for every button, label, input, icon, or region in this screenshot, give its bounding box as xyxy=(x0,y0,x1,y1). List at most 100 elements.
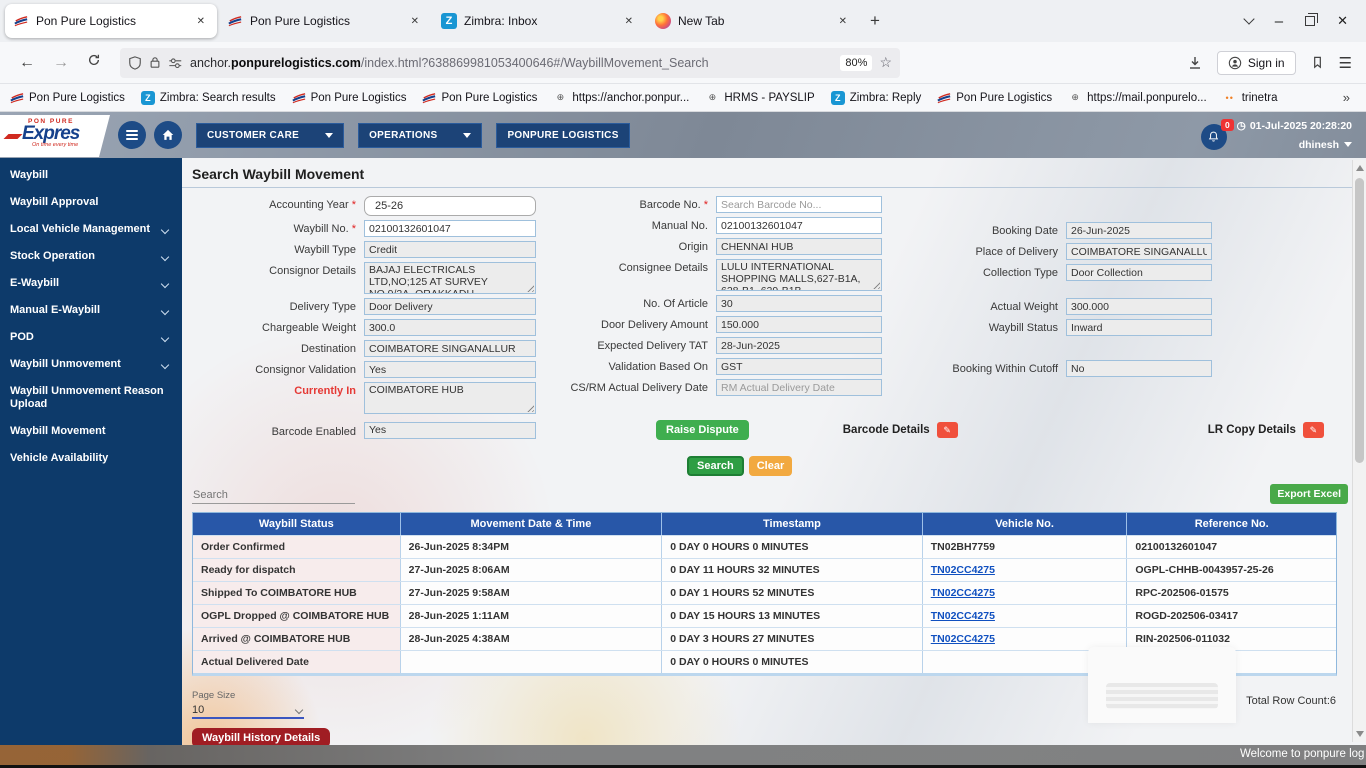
search-button[interactable]: Search xyxy=(687,456,744,476)
bookmark-item[interactable]: ⊕https://anchor.ponpur... xyxy=(553,91,689,105)
field-input[interactable] xyxy=(716,196,882,213)
field-input[interactable] xyxy=(716,238,882,255)
ponpure-favicon xyxy=(227,13,243,29)
lock-icon[interactable] xyxy=(149,56,161,69)
bookmark-item[interactable]: ⊕HRMS - PAYSLIP xyxy=(705,91,814,105)
clear-button[interactable]: Clear xyxy=(749,456,793,476)
sidebar-item-stock-operation[interactable]: Stock Operation xyxy=(0,243,182,270)
field-input[interactable] xyxy=(716,295,882,312)
vertical-scrollbar[interactable] xyxy=(1352,160,1366,742)
bookmark-star-icon[interactable]: ☆ xyxy=(879,54,892,71)
export-excel-button[interactable]: Export Excel xyxy=(1270,484,1348,504)
bookmark-item[interactable]: Pon Pure Logistics xyxy=(422,91,537,105)
sidebar-item-waybill-unmovement-reason-upload[interactable]: Waybill Unmovement Reason Upload xyxy=(0,378,182,418)
bookmarks-overflow-chevron[interactable]: » xyxy=(1343,90,1356,105)
tab-close-button[interactable]: ✕ xyxy=(835,14,851,29)
bookmark-item[interactable]: ZZimbra: Search results xyxy=(141,91,276,105)
raise-dispute-button[interactable]: Raise Dispute xyxy=(656,420,749,440)
browser-tab[interactable]: Pon Pure Logistics✕ xyxy=(219,4,431,38)
tab-list-chevron-icon[interactable] xyxy=(1243,13,1254,24)
sidebar-item-pod[interactable]: POD xyxy=(0,324,182,351)
vehicle-number-link[interactable]: TN02CC4275 xyxy=(931,564,995,576)
bookmark-item[interactable]: ⊕https://mail.ponpurelo... xyxy=(1068,91,1207,105)
user-menu[interactable]: dhinesh xyxy=(1237,139,1352,151)
app-menu-button[interactable] xyxy=(118,121,146,149)
field-textarea[interactable]: LULU INTERNATIONAL SHOPPING MALLS,627-B1… xyxy=(716,259,882,291)
field-input[interactable] xyxy=(364,340,536,357)
vehicle-number-link[interactable]: TN02CC4275 xyxy=(931,633,995,645)
field-input[interactable] xyxy=(716,316,882,333)
field-input[interactable] xyxy=(716,217,882,234)
browser-tab[interactable]: New Tab✕ xyxy=(647,4,859,38)
scrollbar-thumb[interactable] xyxy=(1355,178,1364,463)
table-filter-input[interactable] xyxy=(192,487,355,504)
field-input[interactable] xyxy=(716,358,882,375)
new-tab-button[interactable]: + xyxy=(860,11,890,31)
tab-close-button[interactable]: ✕ xyxy=(407,14,423,29)
bookmark-item[interactable]: Pon Pure Logistics xyxy=(10,91,125,105)
field-input[interactable] xyxy=(1066,264,1212,281)
shield-icon[interactable] xyxy=(128,56,142,70)
field-input[interactable] xyxy=(364,319,536,336)
field-textarea[interactable]: COIMBATORE HUB xyxy=(364,382,536,414)
field-select[interactable]: 25-26 xyxy=(364,196,536,216)
browser-tab[interactable]: ZZimbra: Inbox✕ xyxy=(433,4,645,38)
sign-in-button[interactable]: Sign in xyxy=(1217,51,1296,75)
back-button[interactable]: ← xyxy=(10,50,44,76)
barcode-enabled-field[interactable] xyxy=(364,422,536,439)
field-input[interactable] xyxy=(1066,319,1212,336)
forward-button[interactable]: → xyxy=(44,50,78,76)
nav-operations[interactable]: OPERATIONS xyxy=(358,123,482,148)
field-input[interactable] xyxy=(1066,222,1212,239)
browser-tab[interactable]: Pon Pure Logistics✕ xyxy=(5,4,217,38)
nav-ponpure-logistics[interactable]: PONPURE LOGISTICS xyxy=(496,123,629,148)
field-input[interactable] xyxy=(364,241,536,258)
ponpure-logo[interactable]: PON PURE Expres On time every time xyxy=(0,115,110,157)
tab-close-button[interactable]: ✕ xyxy=(621,14,637,29)
bookmark-item[interactable]: ••trinetra xyxy=(1223,91,1278,105)
reload-button[interactable] xyxy=(78,49,110,76)
field-input[interactable] xyxy=(716,379,882,396)
sidebar-item-waybill-approval[interactable]: Waybill Approval xyxy=(0,189,182,216)
barcode-details-edit-button[interactable]: ✎ xyxy=(937,422,958,438)
minimize-button[interactable]: – xyxy=(1275,13,1283,30)
menu-hamburger-icon[interactable]: ☰ xyxy=(1339,54,1352,72)
page-size-select[interactable]: 10 xyxy=(192,704,304,719)
vehicle-number-link[interactable]: TN02CC4275 xyxy=(931,610,995,622)
download-icon[interactable] xyxy=(1187,55,1203,71)
field-input[interactable] xyxy=(1066,360,1212,377)
close-window-button[interactable]: ✕ xyxy=(1337,13,1348,29)
sidebar-item-e-waybill[interactable]: E-Waybill xyxy=(0,270,182,297)
address-bar[interactable]: anchor.ponpurelogistics.com/index.html?6… xyxy=(120,48,900,78)
restore-button[interactable] xyxy=(1305,16,1315,26)
lr-copy-edit-button[interactable]: ✎ xyxy=(1303,422,1324,438)
field-input[interactable] xyxy=(1066,298,1212,315)
field-input[interactable] xyxy=(1066,243,1212,260)
bookmark-item[interactable]: Pon Pure Logistics xyxy=(292,91,407,105)
sidebar-item-waybill-unmovement[interactable]: Waybill Unmovement xyxy=(0,351,182,378)
zoom-level-badge[interactable]: 80% xyxy=(840,55,872,71)
url-text[interactable]: anchor.ponpurelogistics.com/index.html?6… xyxy=(190,56,833,70)
sidebar-item-local-vehicle-management[interactable]: Local Vehicle Management xyxy=(0,216,182,243)
waybill-history-details-button[interactable]: Waybill History Details xyxy=(192,728,330,745)
scroll-up-arrow-icon[interactable] xyxy=(1356,165,1364,171)
sidebar-item-manual-e-waybill[interactable]: Manual E-Waybill xyxy=(0,297,182,324)
field-input[interactable] xyxy=(364,361,536,378)
field-input[interactable] xyxy=(364,220,536,237)
tab-close-button[interactable]: ✕ xyxy=(193,14,209,29)
nav-customer-care[interactable]: CUSTOMER CARE xyxy=(196,123,344,148)
field-input[interactable] xyxy=(716,337,882,354)
permissions-icon[interactable] xyxy=(168,57,183,69)
bookmark-item[interactable]: Pon Pure Logistics xyxy=(937,91,1052,105)
home-button[interactable] xyxy=(154,121,182,149)
notifications-button[interactable]: 0 xyxy=(1201,124,1227,150)
field-textarea[interactable]: BAJAJ ELECTRICALS LTD,NO;125 AT SURVEY N… xyxy=(364,262,536,294)
field-input[interactable] xyxy=(364,298,536,315)
sidebar-item-waybill-movement[interactable]: Waybill Movement xyxy=(0,418,182,445)
vehicle-number-link[interactable]: TN02CC4275 xyxy=(931,587,995,599)
sidebar-item-vehicle-availability[interactable]: Vehicle Availability xyxy=(0,445,182,472)
sidebar-item-waybill[interactable]: Waybill xyxy=(0,162,182,189)
scroll-down-arrow-icon[interactable] xyxy=(1356,731,1364,737)
bookmark-item[interactable]: ZZimbra: Reply xyxy=(831,91,922,105)
flag-icon[interactable] xyxy=(1310,55,1325,70)
